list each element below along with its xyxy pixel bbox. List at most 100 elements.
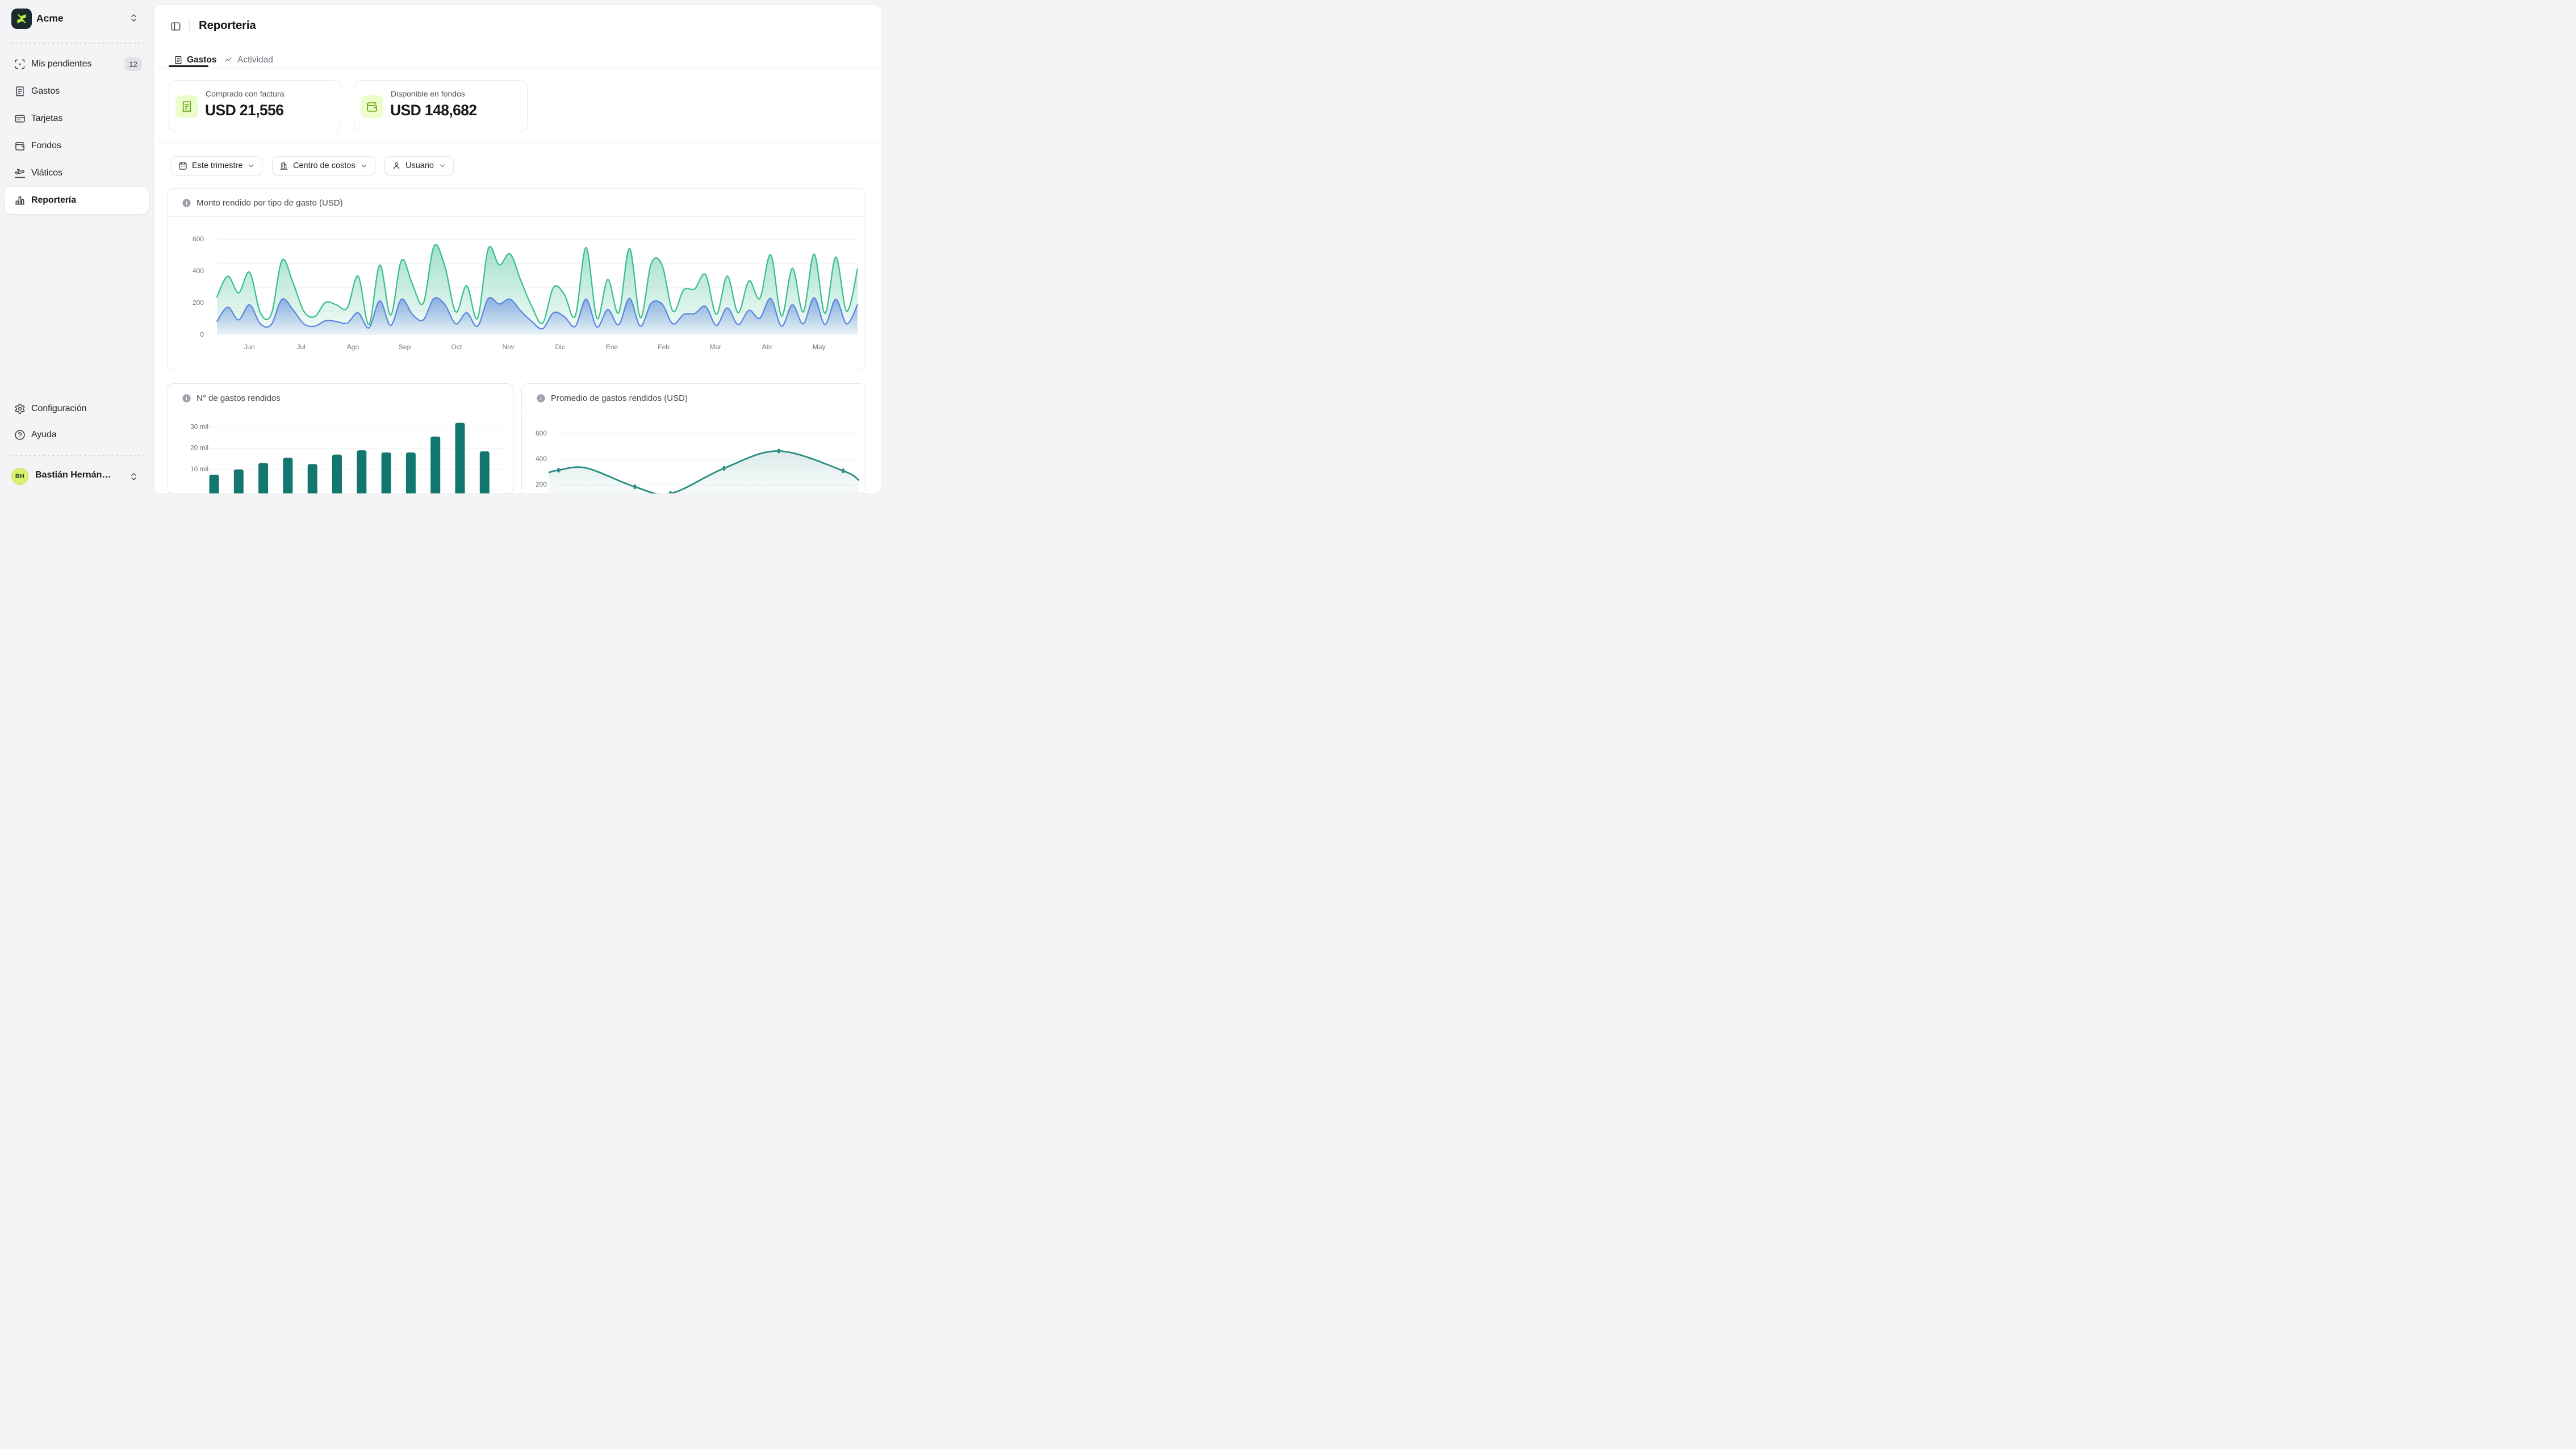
sidebar: Acme Mis pendientes 12 Gastos Tarjetas F…	[0, 0, 153, 501]
help-circle-icon	[14, 429, 26, 441]
filter-usuario-dropdown[interactable]: Usuario	[384, 156, 454, 175]
calendar-icon	[178, 161, 187, 170]
area-chart-card: Monto rendido por tipo de gasto (USD) 60…	[167, 188, 866, 370]
axis-tick-label: 20 mil	[190, 444, 208, 452]
chart-title: Promedio de gastos rendidos (USD)	[551, 393, 688, 403]
tab-label: Gastos	[187, 55, 217, 65]
bar	[480, 451, 490, 494]
axis-tick-label: Dic	[555, 343, 565, 351]
sidebar-item-viaticos[interactable]: Viáticos	[5, 160, 149, 187]
axis-tick-label: Sep	[399, 343, 411, 351]
line-chart-card: Promedio de gastos rendidos (USD) 600400…	[521, 383, 866, 494]
info-icon[interactable]	[536, 393, 546, 403]
sidebar-item-ayuda[interactable]: Ayuda	[5, 422, 149, 448]
filter-centro-costos-dropdown[interactable]: Centro de costos	[272, 156, 375, 175]
sidebar-item-label: Mis pendientes	[31, 59, 91, 69]
summary-label: Disponible en fondos	[391, 89, 465, 98]
data-point-marker	[633, 484, 636, 489]
sidebar-footer: Configuración Ayuda BH Bastián Hernán…	[0, 396, 153, 501]
sidebar-nav: Mis pendientes 12 Gastos Tarjetas Fondos…	[0, 51, 153, 214]
axis-tick-label: Oct	[451, 343, 462, 351]
panel-left-toggle-icon[interactable]	[170, 21, 181, 32]
chevrons-up-down-icon	[129, 472, 139, 481]
header-divider	[189, 19, 190, 34]
receipt-icon	[14, 86, 26, 97]
building-icon	[279, 161, 288, 170]
summary-label: Comprado con factura	[206, 89, 285, 98]
axis-tick-label: 200	[536, 480, 547, 488]
axis-tick-label: 10 mil	[190, 465, 208, 473]
data-point-marker	[557, 468, 560, 472]
activity-icon	[224, 56, 233, 65]
bar	[406, 453, 416, 494]
receipt-chip-icon	[175, 95, 198, 118]
sidebar-item-mis-pendientes[interactable]: Mis pendientes 12	[5, 51, 149, 78]
axis-tick-label: Jul	[297, 343, 306, 351]
chart-title-row: N° de gastos rendidos	[168, 384, 513, 412]
sidebar-item-reporteria[interactable]: Reportería	[5, 187, 149, 214]
sidebar-item-label: Reportería	[31, 195, 76, 206]
wallet-chip-icon	[361, 95, 383, 118]
sidebar-item-label: Configuración	[31, 404, 86, 414]
pending-count-badge: 12	[124, 57, 142, 71]
bar-chart: 30 mil20 mil10 mil	[168, 412, 513, 494]
sidebar-divider	[7, 43, 147, 44]
sidebar-item-gastos[interactable]: Gastos	[5, 78, 149, 105]
app-logo	[11, 9, 32, 29]
chevrons-up-down-icon	[129, 13, 139, 23]
tab-actividad[interactable]: Actividad	[224, 53, 273, 68]
sidebar-item-label: Ayuda	[31, 430, 57, 440]
wallet-icon	[14, 140, 26, 152]
summary-card-comprado: Comprado con factura USD 21,556	[169, 80, 341, 132]
sidebar-item-label: Viáticos	[31, 168, 62, 178]
bar	[308, 464, 317, 494]
user-menu[interactable]: BH Bastián Hernán…	[0, 460, 153, 492]
sidebar-item-configuracion[interactable]: Configuración	[5, 396, 149, 422]
axis-tick-label: Abr	[762, 343, 773, 351]
axis-tick-label: 200	[193, 299, 204, 307]
user-icon	[392, 161, 401, 170]
data-point-marker	[722, 466, 725, 471]
axis-tick-label: Ene	[606, 343, 618, 351]
chevron-down-icon	[360, 162, 368, 170]
filter-label: Este trimestre	[192, 161, 242, 170]
bar	[430, 437, 440, 494]
bar	[234, 470, 244, 494]
filter-periodo-dropdown[interactable]: Este trimestre	[171, 156, 262, 175]
info-icon[interactable]	[182, 393, 191, 403]
page-title: Reporteria	[199, 19, 256, 32]
chart-title-row: Promedio de gastos rendidos (USD)	[522, 384, 865, 412]
receipt-icon	[174, 56, 183, 65]
bar	[357, 450, 366, 494]
axis-tick-label: Mar	[709, 343, 721, 351]
org-switcher[interactable]: Acme	[0, 8, 153, 35]
sidebar-item-fondos[interactable]: Fondos	[5, 132, 149, 160]
chart-title: N° de gastos rendidos	[196, 393, 281, 403]
area-chart: 6004002000JunJulAgoSepOctNovDicEneFebMar…	[168, 217, 866, 370]
org-name: Acme	[36, 12, 64, 24]
bar	[210, 475, 219, 494]
line-chart: 600400200	[522, 412, 866, 494]
axis-tick-label: May	[813, 343, 826, 351]
axis-tick-label: 600	[193, 235, 204, 243]
filter-label: Centro de costos	[293, 161, 356, 170]
summary-value: USD 21,556	[205, 102, 283, 119]
summary-card-disponible: Disponible en fondos USD 148,682	[354, 80, 528, 132]
axis-tick-label: Nov	[502, 343, 514, 351]
chevron-down-icon	[247, 162, 255, 170]
bar	[382, 453, 391, 494]
chart-column-icon	[14, 195, 26, 206]
info-icon[interactable]	[182, 198, 191, 208]
line-fill	[549, 451, 859, 494]
sidebar-divider	[7, 455, 147, 456]
axis-tick-label: 400	[536, 455, 547, 463]
gear-icon	[14, 403, 26, 414]
axis-tick-label: Ago	[347, 343, 359, 351]
user-name: Bastián Hernán…	[35, 470, 111, 480]
plane-takeoff-icon	[14, 167, 26, 179]
bar	[455, 423, 465, 494]
main-panel: Reporteria Gastos Actividad Comprado con…	[153, 5, 882, 494]
axis-tick-label: 400	[193, 267, 204, 275]
sidebar-item-tarjetas[interactable]: Tarjetas	[5, 105, 149, 132]
sidebar-item-label: Gastos	[31, 86, 60, 97]
